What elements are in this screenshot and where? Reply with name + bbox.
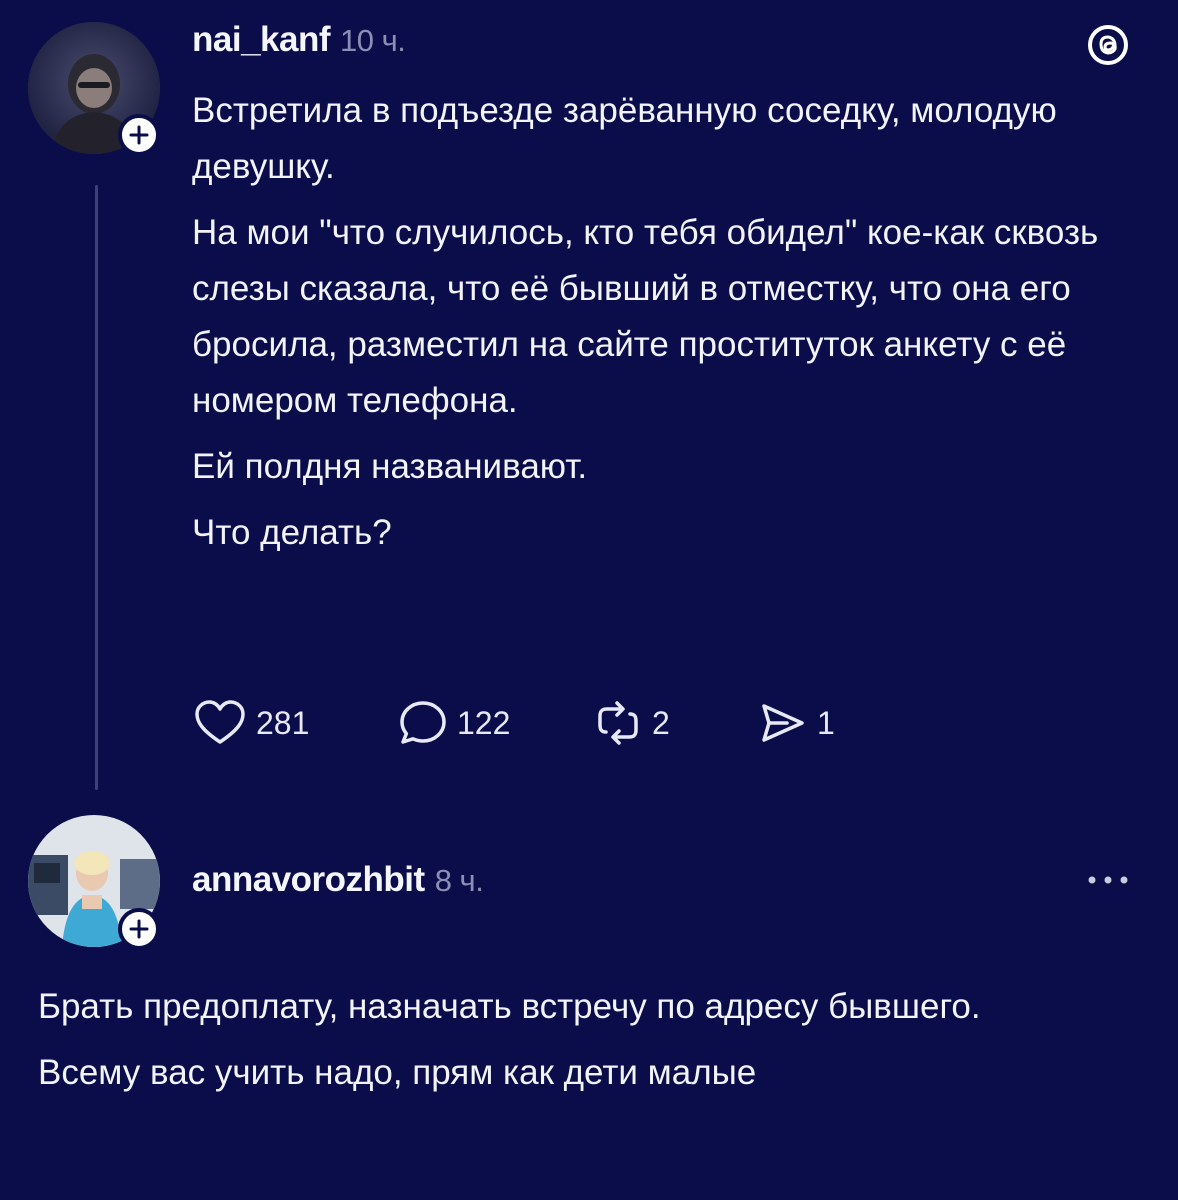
send-icon [762,704,804,742]
post-time: 10 ч. [340,23,406,58]
post-body: Встретила в подъезде зарёванную соседку,… [192,83,1152,571]
post-paragraph: Ей полдня названивают. [192,447,588,486]
like-count: 281 [256,704,310,741]
follow-button[interactable] [118,114,160,156]
post-paragraph: Встретила в подъезде зарёванную соседку,… [192,91,1057,186]
post-header: nai_kanf 10 ч. [192,20,406,60]
plus-icon [129,125,149,145]
post-paragraph: На мои "что случилось, кто тебя обидел" … [192,213,1099,420]
threads-logo-icon[interactable] [1085,22,1131,68]
reply-time: 8 ч. [434,863,484,898]
post-paragraph: Что делать? [192,513,392,552]
comment-button[interactable]: 122 [397,695,510,751]
share-button[interactable]: 1 [757,695,835,751]
like-button[interactable]: 281 [192,695,309,751]
reply-header: annavorozhbit 8 ч. [192,860,484,900]
heart-icon [195,700,245,744]
reply-body: Брать предоплату, назначать встречу по а… [38,978,1148,1110]
plus-icon [129,919,149,939]
repost-icon [598,701,638,745]
comment-icon [400,701,446,744]
more-options-icon[interactable] [1082,862,1134,898]
comment-count: 122 [457,704,511,741]
share-count: 1 [817,704,835,741]
reply-paragraph: Брать предоплату, назначать встречу по а… [38,987,981,1026]
thread-line [95,185,98,790]
repost-button[interactable]: 2 [592,695,670,751]
reply-username[interactable]: annavorozhbit [192,860,425,899]
follow-button[interactable] [118,908,160,950]
repost-count: 2 [652,704,670,741]
reply-paragraph: Всему вас учить надо, прям как дети малы… [38,1053,757,1092]
username[interactable]: nai_kanf [192,20,331,59]
